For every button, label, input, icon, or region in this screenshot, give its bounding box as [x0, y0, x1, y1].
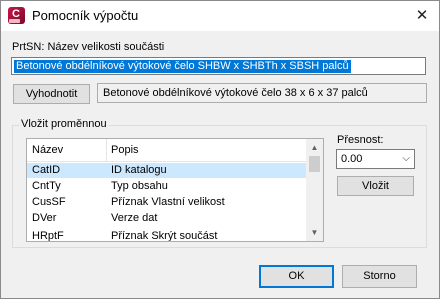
- evaluation-result: Betonové obdélníkové výtokové čelo 38 x …: [97, 83, 427, 103]
- variables-list[interactable]: Název Popis CatID ID katalogu CntTy Typ …: [26, 138, 324, 242]
- chevron-down-icon: ⌵: [402, 153, 410, 164]
- list-item[interactable]: HRptF Příznak Skrýt součást: [27, 229, 306, 241]
- list-scrollbar[interactable]: ▲ ▼: [306, 139, 323, 241]
- scroll-thumb[interactable]: [309, 156, 320, 172]
- list-item[interactable]: CatID ID katalogu: [27, 163, 306, 178]
- expression-text: Betonové obdélníkové výtokové čelo SHBW …: [14, 60, 351, 73]
- ok-button[interactable]: OK: [259, 265, 334, 288]
- list-item[interactable]: CntTy Typ obsahu: [27, 179, 306, 194]
- expression-label: PrtSN: Název velikosti součásti: [12, 41, 165, 53]
- scroll-down-icon[interactable]: ▼: [306, 224, 323, 241]
- cancel-button[interactable]: Storno: [342, 265, 417, 288]
- precision-label: Přesnost:: [337, 134, 384, 146]
- list-header: Název Popis: [27, 139, 306, 162]
- close-icon[interactable]: ✕: [411, 5, 433, 27]
- evaluate-button[interactable]: Vyhodnotit: [13, 84, 90, 104]
- insert-variable-group-label: Vložit proměnnou: [19, 118, 109, 130]
- app-logo-icon: C: [8, 7, 25, 24]
- insert-button[interactable]: Vložit: [337, 176, 414, 196]
- scroll-up-icon[interactable]: ▲: [306, 139, 323, 156]
- list-item[interactable]: DVer Verze dat: [27, 211, 306, 226]
- window-title: Pomocník výpočtu: [32, 8, 139, 23]
- column-header-description[interactable]: Popis: [111, 143, 139, 157]
- list-item[interactable]: CusSF Příznak Vlastní velikost: [27, 195, 306, 210]
- expression-input[interactable]: Betonové obdélníkové výtokové čelo SHBW …: [11, 57, 426, 75]
- column-header-name[interactable]: Název: [32, 143, 63, 157]
- precision-select[interactable]: 0.00 ⌵: [336, 149, 415, 169]
- precision-value: 0.00: [341, 153, 363, 165]
- title-bar: C Pomocník výpočtu ✕: [1, 1, 439, 31]
